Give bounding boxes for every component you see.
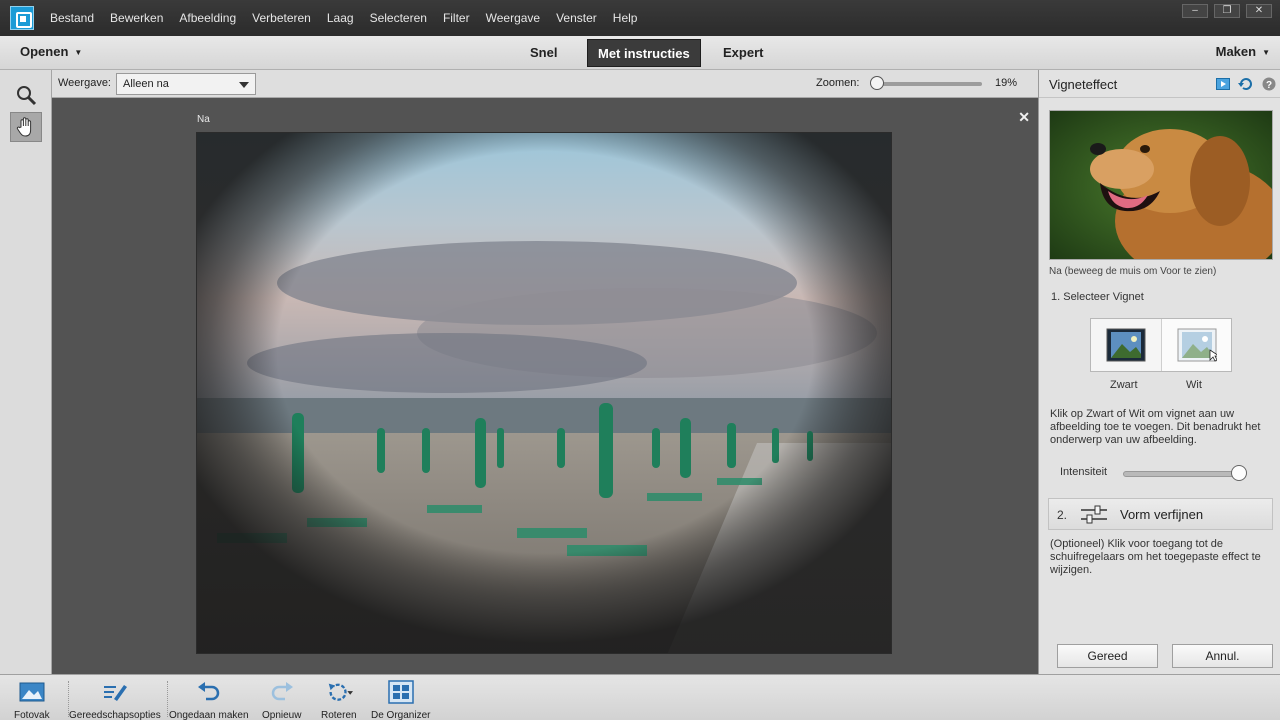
zoom-tool[interactable] — [10, 80, 42, 110]
done-button[interactable]: Gereed — [1057, 644, 1158, 668]
beach-photo-image — [197, 133, 891, 653]
step2-label: Vorm verfijnen — [1120, 507, 1204, 522]
step1-description: Klik op Zwart of Wit om vignet aan uw af… — [1050, 408, 1261, 446]
undo-button[interactable]: Ongedaan maken — [169, 679, 249, 720]
photo-bin-button[interactable]: Fotovak — [14, 679, 50, 720]
menu-weergave[interactable]: Weergave — [478, 0, 548, 36]
menu-help[interactable]: Help — [605, 0, 646, 36]
menu-bar: Bestand Bewerken Afbeelding Verbeteren L… — [0, 0, 1280, 36]
organizer-label: De Organizer — [371, 710, 431, 720]
organizer-button[interactable]: De Organizer — [371, 679, 430, 720]
help-icon[interactable]: ? — [1261, 76, 1277, 92]
panel-header-icons: ? — [1215, 76, 1277, 92]
dog-preview-image — [1050, 111, 1272, 259]
toolbox — [0, 70, 52, 674]
mode-bar: Openen ▼ Snel Met instructies Expert Make… — [0, 36, 1280, 70]
close-window-button[interactable]: ✕ — [1246, 4, 1272, 18]
panel-header: Vigneteffect ? — [1039, 70, 1280, 98]
step2-description: (Optioneel) Klik voor toegang tot de sch… — [1050, 538, 1261, 576]
play-tutorial-icon[interactable] — [1215, 76, 1231, 92]
divider — [167, 681, 168, 717]
black-vignette-icon — [1106, 328, 1146, 362]
menu-selecteren[interactable]: Selecteren — [362, 0, 435, 36]
cancel-button[interactable]: Annul. — [1172, 644, 1273, 668]
rotate-button[interactable]: Roteren — [321, 679, 357, 720]
organizer-icon — [387, 679, 415, 705]
canvas-view-label: Na — [197, 114, 210, 125]
undo-label: Ongedaan maken — [169, 710, 249, 720]
window-controls: – ❐ ✕ — [1182, 4, 1272, 18]
preview-thumbnail[interactable] — [1049, 110, 1273, 260]
menu-bestand[interactable]: Bestand — [42, 0, 102, 36]
menu-laag[interactable]: Laag — [319, 0, 362, 36]
chevron-down-icon: ▼ — [74, 48, 83, 58]
make-label: Maken — [1215, 44, 1257, 59]
menu-afbeelding[interactable]: Afbeelding — [171, 0, 244, 36]
close-icon[interactable]: ✕ — [1018, 109, 1030, 126]
zoom-value: 19% — [995, 77, 1018, 89]
hand-tool[interactable] — [10, 112, 42, 142]
redo-label: Opnieuw — [262, 710, 302, 720]
photo-bin-label: Fotovak — [14, 710, 50, 720]
maximize-button[interactable]: ❐ — [1214, 4, 1240, 18]
vignette-black-button[interactable] — [1091, 319, 1161, 371]
vignette-options — [1090, 318, 1232, 372]
zoom-slider-track[interactable] — [874, 82, 982, 86]
chevron-down-icon: ▼ — [1262, 48, 1270, 58]
zoom-slider-thumb[interactable] — [870, 76, 884, 90]
tool-options-label: Gereedschapsopties — [69, 710, 161, 720]
redo-button[interactable]: Opnieuw — [262, 679, 301, 720]
redo-icon — [268, 679, 296, 705]
sliders-icon — [1081, 505, 1107, 524]
intensity-slider-track[interactable] — [1123, 471, 1243, 477]
magnifier-icon — [17, 86, 37, 106]
open-label: Openen — [20, 44, 69, 59]
bottom-taskbar: Fotovak Gereedschapsopties Ongedaan make… — [0, 674, 1280, 720]
vignette-black-label: Zwart — [1110, 379, 1138, 391]
panel-title: Vigneteffect — [1049, 77, 1118, 92]
undo-icon — [195, 679, 223, 705]
app-logo-icon — [10, 6, 34, 30]
intensity-label: Intensiteit — [1060, 466, 1108, 478]
view-select-value: Alleen na — [123, 78, 169, 90]
options-bar: Weergave: Alleen na Zoomen: 19% — [52, 70, 1038, 98]
vignette-white-button[interactable] — [1161, 319, 1231, 371]
reset-icon[interactable] — [1238, 76, 1254, 92]
zoom-label: Zoomen: — [816, 77, 860, 89]
refine-shape-button[interactable]: 2. Vorm verfijnen — [1048, 498, 1273, 530]
photo-bin-icon — [18, 679, 46, 705]
step2-number: 2. — [1057, 508, 1068, 522]
hand-icon — [16, 117, 32, 137]
menu-verbeteren[interactable]: Verbeteren — [244, 0, 319, 36]
menu-bewerken[interactable]: Bewerken — [102, 0, 171, 36]
rotate-label: Roteren — [321, 710, 357, 720]
menu-venster[interactable]: Venster — [548, 0, 605, 36]
dropdown-arrow-icon — [239, 82, 249, 88]
svg-text:?: ? — [1266, 80, 1272, 91]
preview-caption: Na (beweeg de muis om Voor te zien) — [1049, 266, 1217, 277]
step1-label: 1. Selecteer Vignet — [1051, 291, 1144, 303]
tab-expert[interactable]: Expert — [713, 39, 773, 67]
intensity-slider-thumb[interactable] — [1231, 465, 1247, 481]
tab-met-instructies[interactable]: Met instructies — [587, 39, 701, 67]
make-button[interactable]: Maken ▼ — [1216, 44, 1270, 59]
tool-options-button[interactable]: Gereedschapsopties — [69, 679, 161, 720]
vignette-white-label: Wit — [1186, 379, 1202, 391]
menu-filter[interactable]: Filter — [435, 0, 478, 36]
tab-snel[interactable]: Snel — [520, 39, 567, 67]
vignette-panel: Vigneteffect ? Na (beweeg de muis om Voo… — [1038, 70, 1280, 674]
minimize-button[interactable]: – — [1182, 4, 1208, 18]
rotate-icon — [325, 679, 353, 705]
white-vignette-icon — [1177, 328, 1217, 362]
beach-photo[interactable] — [196, 132, 892, 654]
open-button[interactable]: Openen ▼ — [20, 44, 82, 59]
view-select[interactable]: Alleen na — [116, 73, 256, 95]
canvas-area: Na ✕ — [52, 98, 1038, 674]
tool-options-icon — [101, 679, 129, 705]
view-label: Weergave: — [58, 77, 111, 89]
